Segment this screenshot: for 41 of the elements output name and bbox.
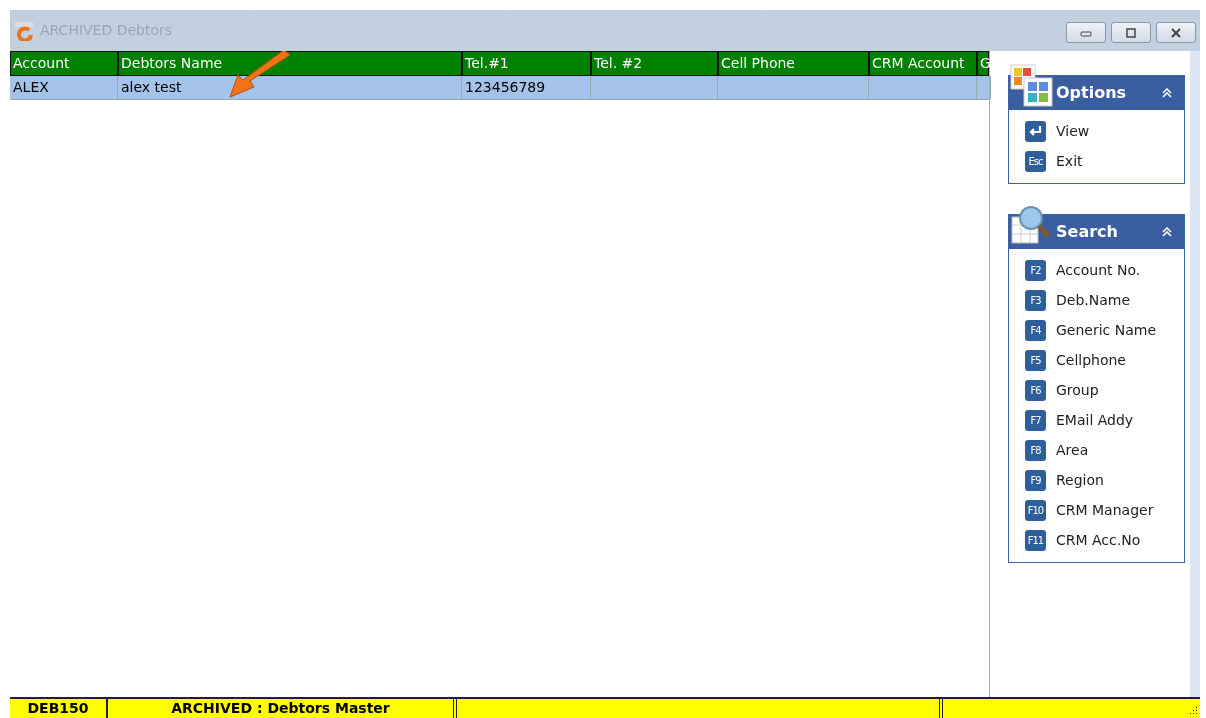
key-icon: F11 <box>1025 530 1046 551</box>
panel-item[interactable]: F7 EMail Addy <box>1025 410 1184 431</box>
status-cell: DEB150 <box>10 699 108 718</box>
close-icon <box>1169 27 1183 38</box>
app-logo-icon <box>14 20 34 41</box>
panel-item[interactable]: F4 Generic Name <box>1025 320 1184 341</box>
panel-item[interactable]: F8 Area <box>1025 440 1184 461</box>
key-icon: F9 <box>1025 470 1046 491</box>
resize-grip-icon[interactable] <box>1188 706 1198 716</box>
table-cell: alex test <box>121 79 182 95</box>
panel-title: Search <box>1056 221 1118 243</box>
panel-item[interactable]: F11 CRM Acc.No <box>1025 530 1184 551</box>
panel-item[interactable]: F6 Group <box>1025 380 1184 401</box>
table-cell: ALEX <box>13 79 49 95</box>
close-button[interactable] <box>1156 22 1196 43</box>
collapse-icon[interactable] <box>1162 227 1172 237</box>
panel-item[interactable]: F10 CRM Manager <box>1025 500 1184 521</box>
table-cell: 123456789 <box>465 79 546 95</box>
collapse-icon[interactable] <box>1162 88 1172 98</box>
panel-item[interactable]: F9 Region <box>1025 470 1184 491</box>
panel-item[interactable]: F3 Deb.Name <box>1025 290 1184 311</box>
key-icon: F4 <box>1025 320 1046 341</box>
maximize-button[interactable] <box>1111 22 1151 43</box>
key-icon: F7 <box>1025 410 1046 431</box>
enter-icon <box>1025 121 1046 142</box>
maximize-icon <box>1124 27 1138 38</box>
key-icon: Esc <box>1025 151 1046 172</box>
key-icon: F3 <box>1025 290 1046 311</box>
panel-item[interactable]: F2 Account No. <box>1025 260 1184 281</box>
key-icon: F5 <box>1025 350 1046 371</box>
panel-item[interactable]: F5 Cellphone <box>1025 350 1184 371</box>
key-icon: F2 <box>1025 260 1046 281</box>
panel-item[interactable]: Esc Exit <box>1025 151 1184 172</box>
key-icon: F6 <box>1025 380 1046 401</box>
status-cell: ARCHIVED : Debtors Master <box>108 699 457 718</box>
minimize-button[interactable] <box>1066 22 1106 43</box>
key-icon: F10 <box>1025 500 1046 521</box>
key-icon: F8 <box>1025 440 1046 461</box>
panel-title: Options <box>1056 82 1127 104</box>
table-row[interactable]: ALEX alex test 123456789 <box>10 76 989 100</box>
panel-item[interactable]: View <box>1025 121 1184 142</box>
